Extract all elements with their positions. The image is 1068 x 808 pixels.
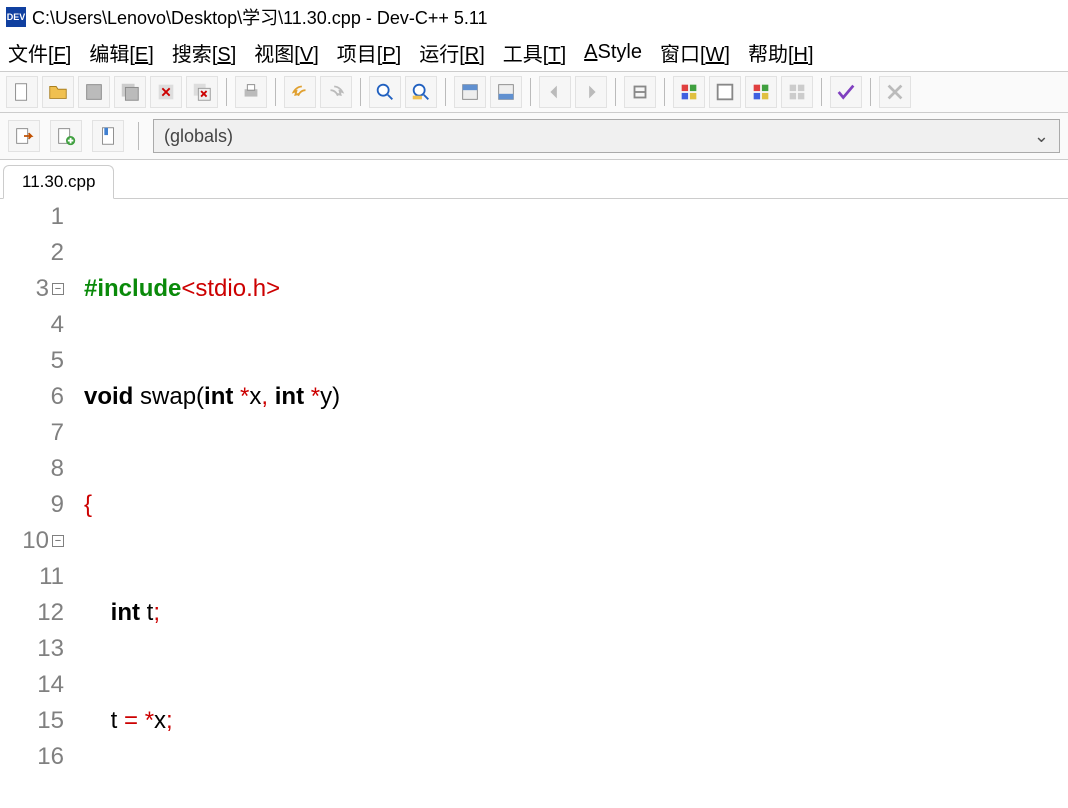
run-button[interactable] bbox=[490, 76, 522, 108]
menu-help[interactable]: 帮助[H] bbox=[748, 38, 814, 67]
code-area[interactable]: #include<stdio.h> void swap(int *x, int … bbox=[74, 199, 1068, 808]
find-button[interactable] bbox=[369, 76, 401, 108]
code-line: int t; bbox=[74, 595, 1068, 631]
redo-button[interactable] bbox=[320, 76, 352, 108]
fold-icon[interactable]: − bbox=[52, 283, 64, 295]
fold-icon[interactable]: − bbox=[52, 535, 64, 547]
save-all-button[interactable] bbox=[114, 76, 146, 108]
separator bbox=[226, 78, 227, 106]
open-file-button[interactable] bbox=[42, 76, 74, 108]
print-button[interactable] bbox=[235, 76, 267, 108]
line-gutter: 1 2 3− 4 5 6 7 8 9 10− 11 12 13 14 15 16 bbox=[0, 199, 74, 808]
save-button[interactable] bbox=[78, 76, 110, 108]
bookmark-button[interactable] bbox=[624, 76, 656, 108]
separator bbox=[530, 78, 531, 106]
separator bbox=[615, 78, 616, 106]
undo-button[interactable] bbox=[284, 76, 316, 108]
toolbar bbox=[0, 71, 1068, 113]
close-all-button[interactable] bbox=[186, 76, 218, 108]
grid-color-button-2[interactable] bbox=[745, 76, 777, 108]
grid-color-button[interactable] bbox=[673, 76, 705, 108]
check-button[interactable] bbox=[830, 76, 862, 108]
menu-view[interactable]: 视图[V] bbox=[254, 38, 318, 67]
replace-button[interactable] bbox=[405, 76, 437, 108]
separator bbox=[870, 78, 871, 106]
window-maximize-button[interactable] bbox=[709, 76, 741, 108]
nav-forward-button[interactable] bbox=[575, 76, 607, 108]
scope-combo[interactable]: (globals) ⌄ bbox=[153, 119, 1060, 153]
goto-button[interactable] bbox=[8, 120, 40, 152]
separator bbox=[138, 122, 139, 150]
delete-button[interactable] bbox=[879, 76, 911, 108]
file-tab[interactable]: 11.30.cpp bbox=[3, 165, 114, 199]
menu-run[interactable]: 运行[R] bbox=[419, 38, 485, 67]
scope-combo-value: (globals) bbox=[164, 126, 233, 147]
code-line: void swap(int *x, int *y) bbox=[74, 379, 1068, 415]
add-button[interactable] bbox=[50, 120, 82, 152]
separator bbox=[275, 78, 276, 106]
menu-tools[interactable]: 工具[T] bbox=[503, 38, 566, 67]
grid-button[interactable] bbox=[781, 76, 813, 108]
new-file-button[interactable] bbox=[6, 76, 38, 108]
separator bbox=[445, 78, 446, 106]
toolbar-row-2: (globals) ⌄ bbox=[0, 113, 1068, 160]
menu-search[interactable]: 搜索[S] bbox=[172, 38, 236, 67]
menu-astyle[interactable]: AStyle bbox=[584, 41, 642, 64]
title-bar: DEV C:\Users\Lenovo\Desktop\学习\11.30.cpp… bbox=[0, 0, 1068, 34]
separator bbox=[360, 78, 361, 106]
menu-window[interactable]: 窗口[W] bbox=[660, 38, 730, 67]
code-line: #include<stdio.h> bbox=[74, 271, 1068, 307]
window-title: C:\Users\Lenovo\Desktop\学习\11.30.cpp - D… bbox=[32, 4, 488, 30]
separator bbox=[664, 78, 665, 106]
menu-project[interactable]: 项目[P] bbox=[337, 38, 401, 67]
menu-bar: 文件[F] 编辑[E] 搜索[S] 视图[V] 项目[P] 运行[R] 工具[T… bbox=[0, 34, 1068, 71]
menu-edit[interactable]: 编辑[E] bbox=[89, 38, 153, 67]
code-line: { bbox=[74, 487, 1068, 523]
nav-back-button[interactable] bbox=[539, 76, 571, 108]
app-icon: DEV bbox=[6, 7, 26, 27]
bookmark-list-button[interactable] bbox=[92, 120, 124, 152]
code-editor[interactable]: 1 2 3− 4 5 6 7 8 9 10− 11 12 13 14 15 16… bbox=[0, 199, 1068, 808]
compile-button[interactable] bbox=[454, 76, 486, 108]
menu-file[interactable]: 文件[F] bbox=[8, 38, 71, 67]
separator bbox=[821, 78, 822, 106]
close-file-button[interactable] bbox=[150, 76, 182, 108]
chevron-down-icon: ⌄ bbox=[1034, 126, 1049, 147]
tab-bar: 11.30.cpp bbox=[0, 160, 1068, 199]
code-line: t = *x; bbox=[74, 703, 1068, 739]
